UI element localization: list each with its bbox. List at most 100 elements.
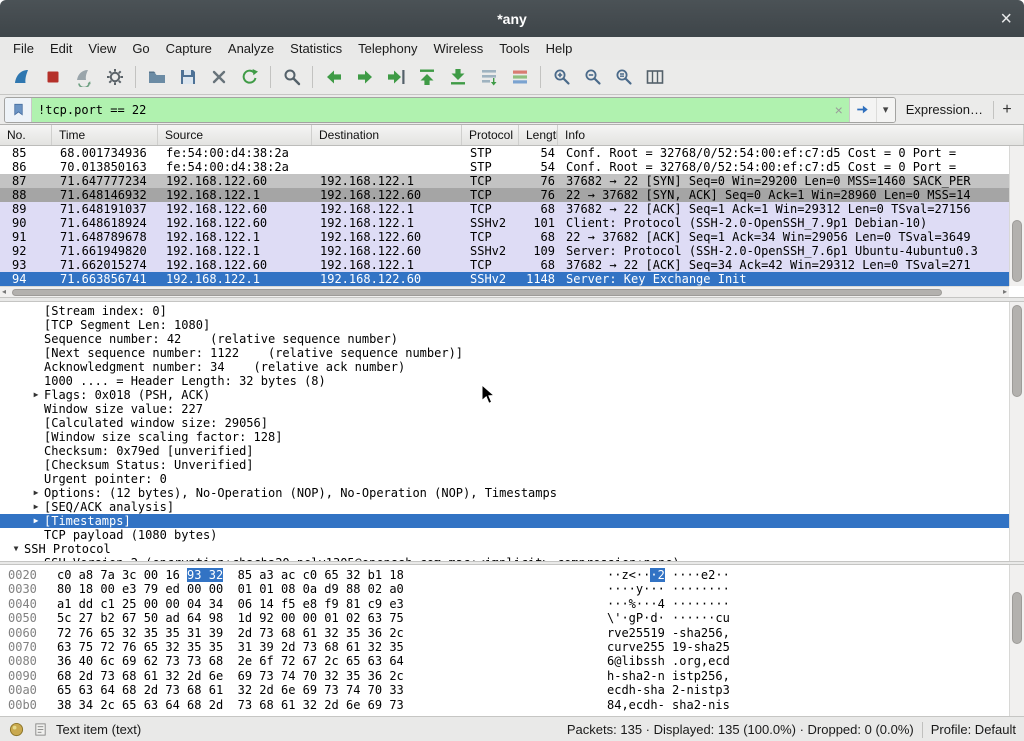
close-file-icon[interactable]: [203, 63, 234, 91]
packet-list-hscrollbar[interactable]: ◂ ▸: [0, 286, 1009, 297]
hex-row[interactable]: 006072 76 65 32 35 35 31 39 2d 73 68 61 …: [8, 626, 1024, 640]
detail-line[interactable]: [Checksum Status: Unverified]: [0, 458, 1024, 472]
go-to-packet-icon[interactable]: [380, 63, 411, 91]
start-capture-icon[interactable]: [6, 63, 37, 91]
hex-row[interactable]: 00505c 27 b2 67 50 ad 64 98 1d 92 00 00 …: [8, 611, 1024, 625]
detail-line[interactable]: ▼SSH Protocol: [0, 542, 1024, 556]
go-back-icon[interactable]: [318, 63, 349, 91]
auto-scroll-icon[interactable]: [473, 63, 504, 91]
packet-row-89[interactable]: 8971.648191037192.168.122.60192.168.122.…: [0, 202, 1009, 216]
save-file-icon[interactable]: [172, 63, 203, 91]
go-forward-icon[interactable]: [349, 63, 380, 91]
detail-line[interactable]: TCP payload (1080 bytes): [0, 528, 1024, 542]
packet-list-vscrollbar[interactable]: [1009, 146, 1024, 286]
column-header-length[interactable]: Length: [519, 125, 558, 145]
scrollbar-thumb[interactable]: [12, 289, 942, 296]
hex-row[interactable]: 009068 2d 73 68 61 32 2d 6e 69 73 74 70 …: [8, 669, 1024, 683]
packet-row-88[interactable]: 8871.648146932192.168.122.1192.168.122.6…: [0, 188, 1009, 202]
stop-capture-icon[interactable]: [37, 63, 68, 91]
column-header-info[interactable]: Info: [558, 125, 1024, 145]
titlebar[interactable]: *any ×: [0, 0, 1024, 37]
resize-columns-icon[interactable]: [639, 63, 670, 91]
packet-row-94[interactable]: 9471.663856741192.168.122.1192.168.122.6…: [0, 272, 1009, 286]
expand-arrow-icon[interactable]: ▶: [28, 500, 44, 514]
restart-capture-icon[interactable]: [68, 63, 99, 91]
scrollbar-thumb[interactable]: [1012, 305, 1022, 397]
go-last-icon[interactable]: [442, 63, 473, 91]
hex-row[interactable]: 003080 18 00 e3 79 ed 00 00 01 01 08 0a …: [8, 582, 1024, 596]
column-header-no[interactable]: No.: [0, 125, 52, 145]
hex-row[interactable]: 00b038 34 2c 65 63 64 68 2d 73 68 61 32 …: [8, 698, 1024, 712]
filter-apply-icon[interactable]: [849, 98, 876, 122]
detail-line[interactable]: SSH Version 2 (encryption:chacha20-poly1…: [0, 556, 1024, 561]
profile-label[interactable]: Profile: Default: [931, 722, 1016, 737]
packet-row-90[interactable]: 9071.648618924192.168.122.60192.168.122.…: [0, 216, 1009, 230]
hex-row[interactable]: 00a065 63 64 68 2d 73 68 61 32 2d 6e 69 …: [8, 683, 1024, 697]
detail-line[interactable]: [Stream index: 0]: [0, 304, 1024, 318]
column-header-protocol[interactable]: Protocol: [462, 125, 519, 145]
packet-row-92[interactable]: 9271.661949820192.168.122.1192.168.122.6…: [0, 244, 1009, 258]
packet-row-87[interactable]: 8771.647777234192.168.122.60192.168.122.…: [0, 174, 1009, 188]
detail-line[interactable]: [Calculated window size: 29056]: [0, 416, 1024, 430]
colorize-icon[interactable]: [504, 63, 535, 91]
column-header-time[interactable]: Time: [52, 125, 158, 145]
menu-statistics[interactable]: Statistics: [282, 39, 350, 58]
packet-row-91[interactable]: 9171.648789678192.168.122.1192.168.122.6…: [0, 230, 1009, 244]
hex-vscrollbar[interactable]: [1009, 565, 1024, 716]
detail-line[interactable]: Sequence number: 42 (relative sequence n…: [0, 332, 1024, 346]
detail-line[interactable]: Urgent pointer: 0: [0, 472, 1024, 486]
hex-row[interactable]: 007063 75 72 76 65 32 35 35 31 39 2d 73 …: [8, 640, 1024, 654]
scrollbar-thumb[interactable]: [1012, 220, 1022, 282]
menu-telephony[interactable]: Telephony: [350, 39, 425, 58]
detail-line[interactable]: ▶[SEQ/ACK analysis]: [0, 500, 1024, 514]
detail-line[interactable]: 1000 .... = Header Length: 32 bytes (8): [0, 374, 1024, 388]
filter-dropdown-icon[interactable]: ▾: [876, 98, 895, 122]
packet-row-86[interactable]: 8670.013850163fe:54:00:d4:38:2aSTP54Conf…: [0, 160, 1009, 174]
detail-line[interactable]: [TCP Segment Len: 1080]: [0, 318, 1024, 332]
expression-button[interactable]: Expression…: [896, 102, 993, 117]
expand-arrow-icon[interactable]: ▶: [28, 514, 44, 528]
zoom-original-icon[interactable]: [608, 63, 639, 91]
menu-capture[interactable]: Capture: [158, 39, 220, 58]
capture-comment-icon[interactable]: [32, 722, 48, 738]
menu-wireless[interactable]: Wireless: [425, 39, 491, 58]
hex-row[interactable]: 0040a1 dd c1 25 00 00 04 34 06 14 f5 e8 …: [8, 597, 1024, 611]
reload-icon[interactable]: [234, 63, 265, 91]
hex-row[interactable]: 008036 40 6c 69 62 73 73 68 2e 6f 72 67 …: [8, 654, 1024, 668]
filter-clear-icon[interactable]: ×: [829, 98, 849, 122]
add-filter-button[interactable]: +: [994, 101, 1020, 119]
menu-view[interactable]: View: [80, 39, 124, 58]
scroll-right-icon[interactable]: ▸: [1003, 287, 1007, 297]
find-packet-icon[interactable]: [276, 63, 307, 91]
detail-line[interactable]: Checksum: 0x79ed [unverified]: [0, 444, 1024, 458]
menu-file[interactable]: File: [5, 39, 42, 58]
detail-line[interactable]: Window size value: 227: [0, 402, 1024, 416]
zoom-out-icon[interactable]: [577, 63, 608, 91]
zoom-in-icon[interactable]: [546, 63, 577, 91]
hex-row[interactable]: 0020c0 a8 7a 3c 00 16 93 32 85 a3 ac c0 …: [8, 568, 1024, 582]
menu-help[interactable]: Help: [538, 39, 581, 58]
collapse-arrow-icon[interactable]: ▼: [8, 542, 24, 556]
close-window-icon[interactable]: ×: [1000, 9, 1012, 29]
column-header-source[interactable]: Source: [158, 125, 312, 145]
detail-line[interactable]: [Next sequence number: 1122 (relative se…: [0, 346, 1024, 360]
menu-edit[interactable]: Edit: [42, 39, 80, 58]
menu-go[interactable]: Go: [124, 39, 157, 58]
scrollbar-thumb[interactable]: [1012, 592, 1022, 643]
detail-line[interactable]: ▶Options: (12 bytes), No-Operation (NOP)…: [0, 486, 1024, 500]
capture-options-icon[interactable]: [99, 63, 130, 91]
go-first-icon[interactable]: [411, 63, 442, 91]
detail-line[interactable]: Acknowledgment number: 34 (relative ack …: [0, 360, 1024, 374]
expert-info-icon[interactable]: [8, 722, 24, 738]
packet-row-93[interactable]: 9371.662015274192.168.122.60192.168.122.…: [0, 258, 1009, 272]
open-file-icon[interactable]: [141, 63, 172, 91]
expand-arrow-icon[interactable]: ▶: [28, 388, 44, 402]
menu-tools[interactable]: Tools: [491, 39, 537, 58]
scroll-left-icon[interactable]: ◂: [2, 287, 6, 297]
menu-analyze[interactable]: Analyze: [220, 39, 282, 58]
detail-line[interactable]: ▶Flags: 0x018 (PSH, ACK): [0, 388, 1024, 402]
detail-line[interactable]: ▶[Timestamps]: [0, 514, 1024, 528]
packet-row-85[interactable]: 8568.001734936fe:54:00:d4:38:2aSTP54Conf…: [0, 146, 1009, 160]
expand-arrow-icon[interactable]: ▶: [28, 486, 44, 500]
column-header-destination[interactable]: Destination: [312, 125, 462, 145]
